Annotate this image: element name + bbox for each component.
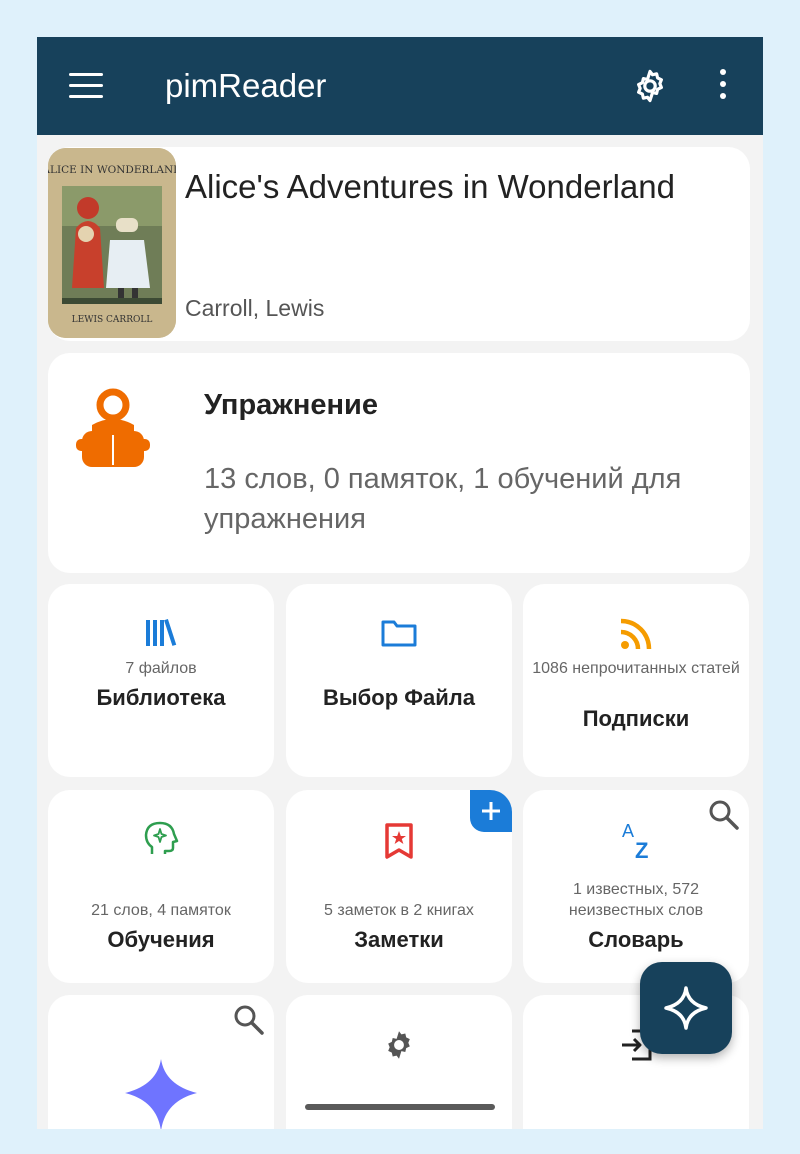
ai-fab-button[interactable] bbox=[640, 962, 732, 1054]
dictionary-label: Словарь bbox=[588, 927, 684, 952]
library-label: Библиотека bbox=[96, 685, 226, 710]
learning-stats: 21 слов, 4 памяток bbox=[91, 902, 231, 919]
exercise-card[interactable]: Упражнение 13 слов, 0 памяток, 1 обучени… bbox=[48, 353, 750, 573]
svg-text:Z: Z bbox=[635, 838, 648, 860]
sort-az-icon: A Z bbox=[523, 820, 749, 860]
svg-text:A: A bbox=[622, 821, 634, 841]
top-app-bar: pimReader bbox=[37, 37, 763, 135]
book-author: Carroll, Lewis bbox=[185, 295, 325, 321]
library-file-count: 7 файлов bbox=[125, 660, 197, 677]
subscriptions-label: Подписки bbox=[582, 706, 690, 731]
book-cover-image: ALICE IN WONDERLAND LEWIS CARROLL bbox=[48, 148, 176, 338]
rss-feed-icon bbox=[523, 616, 749, 656]
app-screen: pimReader ALICE IN WONDERLAND LEWIS CARR… bbox=[37, 37, 763, 1129]
tile-choose-file[interactable]: Выбор Файла bbox=[286, 584, 512, 777]
app-title: pimReader bbox=[165, 67, 327, 104]
tile-ai-assistant[interactable] bbox=[48, 995, 274, 1129]
bookmark-star-icon bbox=[286, 822, 512, 862]
gear-icon bbox=[286, 1027, 512, 1067]
current-book-card[interactable]: ALICE IN WONDERLAND LEWIS CARROLL Alice'… bbox=[48, 147, 750, 341]
tile-library[interactable]: 7 файлов Библиотека bbox=[48, 584, 274, 777]
sparkle-icon bbox=[48, 1055, 274, 1129]
book-title: Alice's Adventures in Wonderland bbox=[185, 168, 675, 205]
learning-label: Обучения bbox=[107, 927, 215, 952]
dictionary-stats: 1 известных, 572 неизвестных слов bbox=[568, 881, 704, 919]
notes-label: Заметки bbox=[354, 927, 444, 952]
gesture-home-bar[interactable] bbox=[305, 1104, 495, 1110]
exercise-description: 13 слов, 0 памяток, 1 обучений для упраж… bbox=[204, 463, 682, 535]
folder-icon bbox=[286, 617, 512, 657]
sparkle-outline-icon bbox=[664, 986, 708, 1030]
reader-exercise-icon bbox=[76, 388, 150, 467]
device-frame: pimReader ALICE IN WONDERLAND LEWIS CARR… bbox=[0, 0, 800, 1154]
exercise-title: Упражнение bbox=[204, 389, 378, 421]
notes-stats: 5 заметок в 2 книгах bbox=[324, 902, 474, 919]
tile-learning[interactable]: 21 слов, 4 памяток Обучения bbox=[48, 790, 274, 983]
choose-file-label: Выбор Файла bbox=[322, 685, 475, 710]
cover-title-text: ALICE IN WONDERLAND bbox=[48, 164, 176, 176]
library-books-icon bbox=[48, 616, 274, 656]
hamburger-menu-icon[interactable] bbox=[69, 73, 103, 98]
tile-dictionary[interactable]: A Z 1 известных, 572 неизвестных слов Сл… bbox=[523, 790, 749, 983]
gear-icon[interactable] bbox=[631, 67, 669, 105]
tile-subscriptions[interactable]: 1086 непрочитанных статей Подписки bbox=[523, 584, 749, 777]
more-vert-icon[interactable] bbox=[718, 69, 728, 103]
head-sparkle-icon bbox=[48, 820, 274, 860]
cover-author-text: LEWIS CARROLL bbox=[72, 315, 153, 325]
unread-articles-count: 1086 непрочитанных статей bbox=[532, 660, 740, 677]
tile-notes[interactable]: 5 заметок в 2 книгах Заметки bbox=[286, 790, 512, 983]
ai-search-icon[interactable] bbox=[232, 1003, 266, 1037]
